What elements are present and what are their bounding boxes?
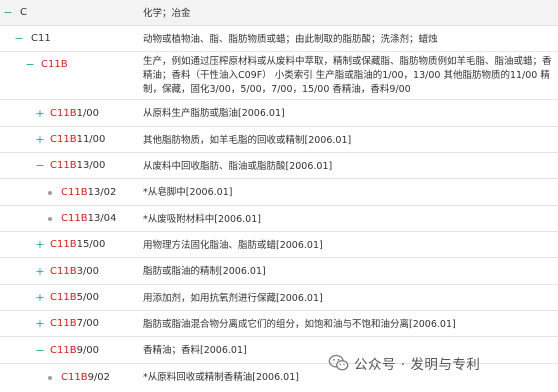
tree-description: *从皂脚中[2006.01] [143, 187, 233, 198]
tree-code[interactable]: C11 [31, 33, 51, 45]
tree-row: − C11B13/00 从废料中回收脂肪、脂油或脂肪酸[2006.01] [0, 153, 558, 179]
collapse-icon[interactable]: − [35, 160, 45, 171]
tree-code[interactable]: C11B7/00 [50, 318, 99, 330]
tree-row: + C11B5/00 用添加剂，如用抗氧剂进行保藏[2006.01] [0, 285, 558, 311]
tree-row: C11B13/04 *从废吸附材料中[2006.01] [0, 206, 558, 232]
expand-icon[interactable]: + [35, 292, 45, 303]
tree-code[interactable]: C [20, 7, 27, 19]
tree-row: + C11B1/00 从原料生产脂肪或脂油[2006.01] [0, 100, 558, 127]
tree-description: 动物或植物油、脂、脂肪物质或蜡；由此制取的脂肪酸；洗涤剂；蜡烛 [143, 34, 438, 45]
tree-description: 用物理方法固化脂油、脂肪或蜡[2006.01] [143, 240, 323, 251]
tree-row: − C 化学；冶金 [0, 0, 558, 26]
expand-icon[interactable]: + [35, 134, 45, 145]
tree-code[interactable]: C11B13/02 [61, 187, 116, 199]
tree-row: + C11B15/00 用物理方法固化脂油、脂肪或蜡[2006.01] [0, 232, 558, 258]
tree-code[interactable]: C11B13/00 [50, 160, 105, 172]
tree-code[interactable]: C11B13/04 [61, 213, 116, 225]
collapse-icon[interactable]: − [25, 59, 35, 70]
tree-code[interactable]: C11B1/00 [50, 108, 99, 120]
tree-row: − C11 动物或植物油、脂、脂肪物质或蜡；由此制取的脂肪酸；洗涤剂；蜡烛 [0, 26, 558, 52]
tree-code[interactable]: C11B9/00 [50, 345, 99, 357]
collapse-icon[interactable]: − [14, 33, 24, 44]
watermark: 公众号 · 发明与专利 [328, 350, 548, 376]
tree-description: *从废吸附材料中[2006.01] [143, 214, 261, 225]
tree-code[interactable]: C11B9/02 [61, 372, 110, 384]
watermark-text: 公众号 · 发明与专利 [354, 357, 481, 373]
tree-row: + C11B7/00 脂肪或脂油混合物分离成它们的组分，如饱和油与不饱和油分离[… [0, 311, 558, 337]
tree-row: − C11B 生产，例如通过压榨原材料或从废料中萃取，精制或保藏脂、脂肪物质例如… [0, 52, 558, 100]
collapse-icon[interactable]: − [3, 7, 13, 18]
expand-icon[interactable]: + [35, 108, 45, 119]
tree-description: 其他脂肪物质，如羊毛脂的回收或精制[2006.01] [143, 135, 352, 146]
tree-row: C11B13/02 *从皂脚中[2006.01] [0, 179, 558, 206]
leaf-dot-icon [48, 376, 52, 380]
expand-icon[interactable]: + [35, 318, 45, 329]
tree-code[interactable]: C11B3/00 [50, 266, 99, 278]
tree-description: 生产，例如通过压榨原材料或从废料中萃取，精制或保藏脂、脂肪物质例如羊毛脂、脂油或… [143, 56, 552, 95]
tree-code[interactable]: C11B [41, 59, 68, 71]
leaf-dot-icon [48, 191, 52, 195]
tree-description: 脂肪或脂油的精制[2006.01] [143, 266, 266, 277]
tree-row: + C11B3/00 脂肪或脂油的精制[2006.01] [0, 258, 558, 285]
wechat-icon [328, 354, 349, 371]
tree-description: 脂肪或脂油混合物分离成它们的组分，如饱和油与不饱和油分离[2006.01] [143, 319, 456, 330]
tree-code[interactable]: C11B15/00 [50, 239, 105, 251]
tree-row: + C11B11/00 其他脂肪物质，如羊毛脂的回收或精制[2006.01] [0, 127, 558, 153]
expand-icon[interactable]: + [35, 266, 45, 277]
tree-description: 从原料生产脂肪或脂油[2006.01] [143, 108, 285, 119]
expand-icon[interactable]: + [35, 239, 45, 250]
tree-code[interactable]: C11B11/00 [50, 134, 105, 146]
tree-code[interactable]: C11B5/00 [50, 292, 99, 304]
leaf-dot-icon [48, 217, 52, 221]
tree-description: 从废料中回收脂肪、脂油或脂肪酸[2006.01] [143, 161, 333, 172]
collapse-icon[interactable]: − [35, 345, 45, 356]
tree-description: 化学；冶金 [143, 8, 191, 19]
tree-description: 用添加剂，如用抗氧剂进行保藏[2006.01] [143, 293, 323, 304]
